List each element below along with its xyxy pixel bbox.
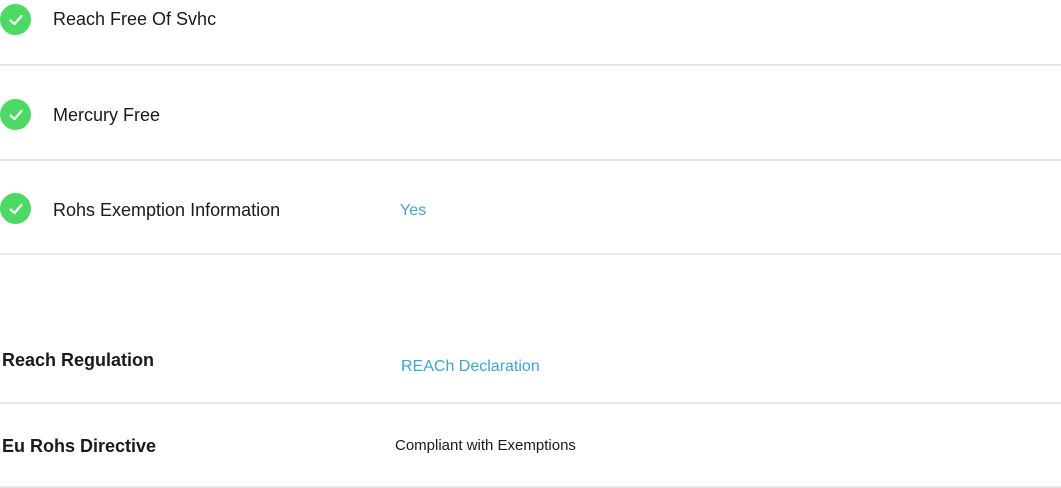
compliance-label: Reach Free Of Svhc <box>53 9 217 29</box>
check-circle-icon <box>0 4 31 35</box>
compliance-row-rohs-exemption: Rohs Exemption Information Yes <box>0 161 1061 255</box>
check-circle-icon <box>0 193 31 224</box>
compliance-label: Rohs Exemption Information <box>53 200 281 220</box>
regulation-label: Eu Rohs Directive <box>2 436 157 456</box>
compliance-row-mercury-free: Mercury Free <box>0 66 1061 161</box>
rohs-exemption-link[interactable]: Yes <box>400 202 426 220</box>
compliance-row-reach-free: Reach Free Of Svhc <box>0 0 1061 66</box>
reach-declaration-link[interactable]: REACh Declaration <box>401 358 540 376</box>
regulation-row-eu-rohs: Eu Rohs Directive Compliant with Exempti… <box>0 404 1061 488</box>
eu-rohs-status: Compliant with Exemptions <box>395 437 576 454</box>
regulation-label: Reach Regulation <box>2 350 155 370</box>
check-circle-icon <box>0 99 31 130</box>
regulation-row-reach: Reach Regulation REACh Declaration <box>0 255 1061 404</box>
compliance-label: Mercury Free <box>53 105 161 125</box>
